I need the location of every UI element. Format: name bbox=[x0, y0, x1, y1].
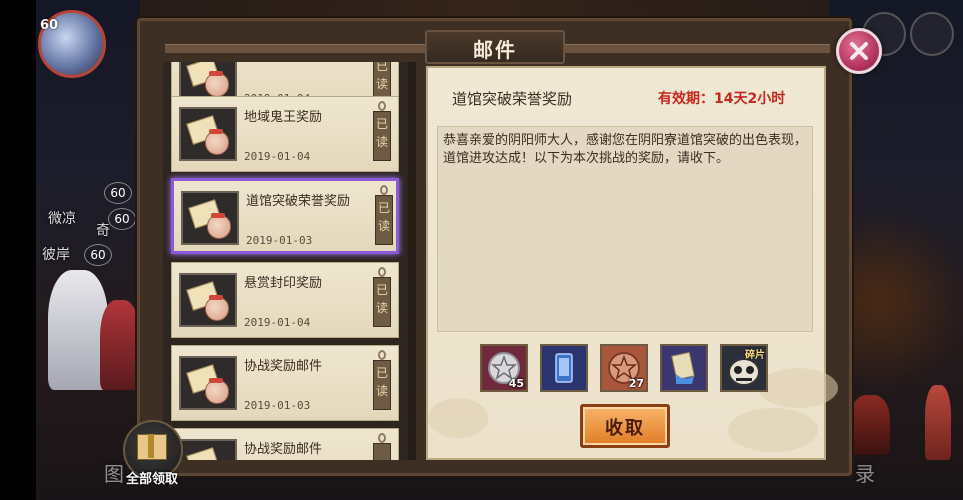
claim-button-label: 收取 bbox=[605, 418, 645, 439]
mail-reward-icon bbox=[179, 439, 237, 460]
mail-title: 悬赏封印奖励 bbox=[244, 276, 323, 291]
bronze-star-coin-icon[interactable]: 27 bbox=[600, 344, 648, 392]
mail-title: 协战奖励邮件 bbox=[244, 442, 323, 457]
envelope-icon bbox=[186, 447, 220, 460]
pouch-icon bbox=[205, 380, 229, 404]
bottom-nav-right[interactable]: 录 bbox=[855, 458, 875, 487]
read-tag: 已读 bbox=[373, 111, 391, 161]
daruma-fragment-icon[interactable]: 碎片 bbox=[720, 344, 768, 392]
detail-title: 道馆突破荣誉奖励 bbox=[452, 90, 573, 108]
close-icon bbox=[850, 42, 868, 60]
mail-list-item-selected[interactable]: 道馆突破荣誉奖励 2019-01-03 已读 bbox=[171, 178, 399, 254]
reward-count: 45 bbox=[508, 377, 524, 390]
mail-reward-icon bbox=[181, 191, 239, 245]
letterbox-left bbox=[0, 0, 36, 500]
detail-message: 恭喜亲爱的阴阳师大人，感谢您在阴阳寮道馆突破的出色表现，道馆进攻达成！以下为本次… bbox=[443, 133, 808, 166]
mail-list[interactable]: 2019-01-04 已读 地域鬼王奖励 2019-01-04 已读 道馆突破荣… bbox=[163, 62, 409, 460]
shikigami-figure-right bbox=[850, 395, 890, 455]
read-tag: 已读 bbox=[373, 360, 391, 410]
fragment-label: 碎片 bbox=[745, 350, 765, 361]
blue-talisman-icon[interactable] bbox=[660, 344, 708, 392]
level-badge-1: 60 bbox=[104, 182, 132, 204]
level-badge-3: 60 bbox=[84, 244, 112, 266]
shikigami-figure-red bbox=[100, 300, 140, 390]
sidebar-label-3: 彼岸 bbox=[42, 247, 70, 263]
cloud-decoration bbox=[728, 408, 818, 452]
read-tag: 已读 bbox=[373, 277, 391, 327]
mail-date: 2019-01-04 bbox=[244, 150, 311, 163]
pouch-icon bbox=[205, 73, 229, 97]
cloud-decoration bbox=[428, 398, 488, 438]
pouch-icon bbox=[205, 297, 229, 321]
detail-expiry: 有效期：14天2小时 bbox=[658, 91, 786, 107]
mail-list-item[interactable]: 协战奖励邮件 bbox=[171, 428, 399, 460]
mail-title: 道馆突破荣誉奖励 bbox=[246, 194, 351, 209]
silver-star-coin-icon[interactable]: 45 bbox=[480, 344, 528, 392]
pouch-icon bbox=[207, 215, 231, 239]
mail-title: 协战奖励邮件 bbox=[244, 359, 323, 374]
blue-scroll-icon[interactable] bbox=[540, 344, 588, 392]
title-rail-right bbox=[565, 44, 830, 53]
mail-list-item[interactable]: 悬赏封印奖励 2019-01-04 已读 bbox=[171, 262, 399, 338]
collect-all-label: 全部领取 bbox=[125, 472, 178, 487]
shikigami-figure-left bbox=[48, 270, 108, 390]
player-level: 60 bbox=[40, 18, 59, 33]
reward-count: 27 bbox=[628, 377, 644, 390]
collect-all-button[interactable]: 全部领取 bbox=[117, 420, 187, 487]
mail-date: 2019-01-03 bbox=[246, 234, 313, 247]
sidebar-label-2: 奇 bbox=[96, 223, 110, 239]
top-banner bbox=[140, 0, 830, 16]
mail-list-item[interactable]: 协战奖励邮件 2019-01-03 已读 bbox=[171, 345, 399, 421]
pouch-icon bbox=[205, 131, 229, 155]
mail-date: 2019-01-04 bbox=[244, 316, 311, 329]
close-button[interactable] bbox=[836, 28, 882, 74]
window-title: 邮件 bbox=[473, 38, 517, 62]
mail-list-item[interactable]: 地域鬼王奖励 2019-01-04 已读 bbox=[171, 96, 399, 172]
mail-title: 地域鬼王奖励 bbox=[244, 110, 323, 125]
read-tag: 已读 bbox=[375, 195, 393, 245]
level-badge-2: 60 bbox=[108, 208, 136, 230]
mail-reward-icon bbox=[179, 273, 237, 327]
title-rail-left bbox=[165, 44, 425, 53]
read-tag bbox=[373, 443, 391, 460]
mail-reward-icon bbox=[179, 107, 237, 161]
sidebar-label-1: 微凉 bbox=[48, 211, 76, 227]
mail-list-scrollbar[interactable] bbox=[408, 62, 416, 460]
mail-date: 2019-01-03 bbox=[244, 399, 311, 412]
letterbox-right bbox=[927, 0, 963, 500]
mail-reward-icon bbox=[179, 356, 237, 410]
cloud-decoration bbox=[758, 368, 838, 408]
